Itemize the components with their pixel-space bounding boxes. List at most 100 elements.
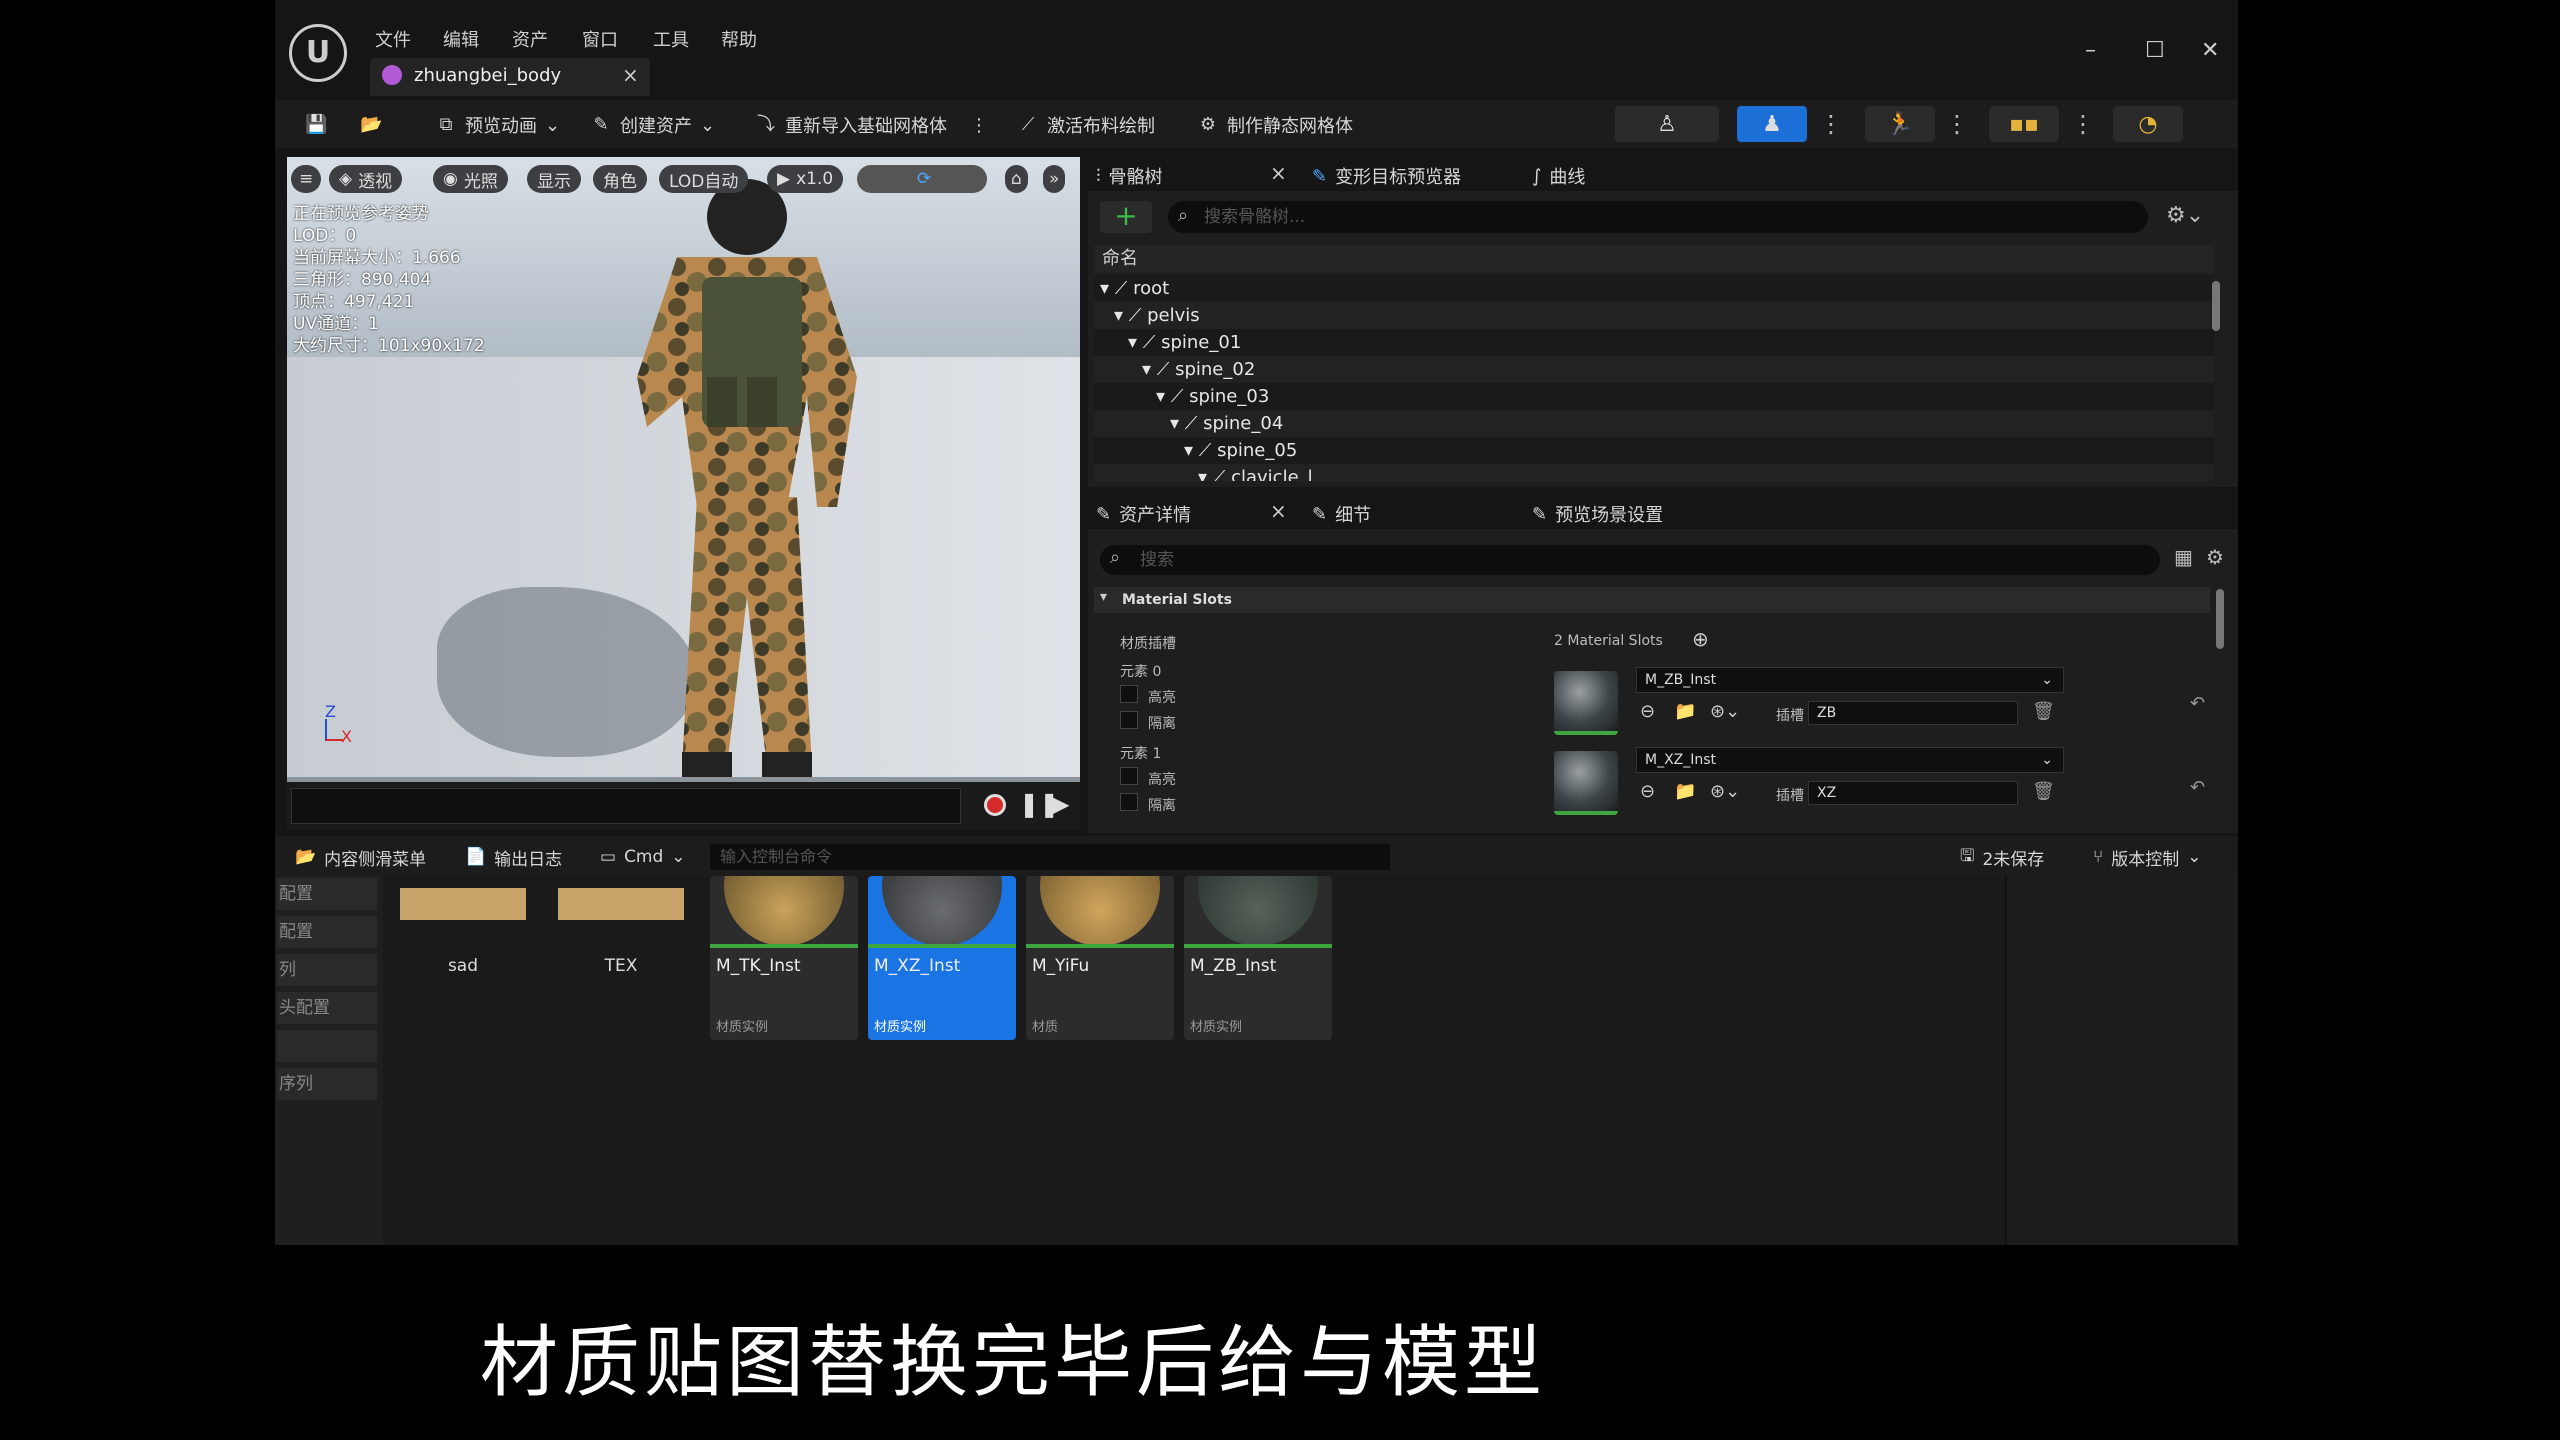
tab-morph-targets[interactable]: ✎ 变形目标预览器 — [1312, 163, 1461, 189]
sidebar-item[interactable] — [277, 1030, 377, 1062]
browse-icon[interactable]: 📁 — [1674, 781, 1696, 802]
create-asset-button[interactable]: ✎ 创建资产 ⌄ — [590, 110, 715, 140]
version-control-button[interactable]: ⑂ 版本控制 ⌄ — [2093, 842, 2201, 872]
cmd-dropdown[interactable]: ▭ Cmd ⌄ — [600, 842, 686, 872]
more-options-icon[interactable]: ⋮ — [1819, 110, 1843, 138]
content-drawer-button[interactable]: 📂 内容侧滑菜单 — [295, 842, 426, 872]
tab-asset-details[interactable]: ✎ 资产详情 — [1096, 501, 1191, 527]
browse-icon[interactable]: 📂 — [360, 110, 382, 140]
options-icon[interactable]: ⊛⌄ — [1710, 701, 1740, 722]
bone-row[interactable]: ▾ ⟋ spine_04 — [1094, 410, 2214, 437]
expand-button[interactable]: » — [1043, 165, 1066, 193]
skeleton-scrollbar[interactable] — [2212, 281, 2220, 331]
folder-icon[interactable] — [400, 888, 526, 920]
bone-row[interactable]: ▾ ⟋ pelvis — [1094, 302, 2214, 329]
more-options-icon[interactable]: ⋮ — [1945, 110, 1969, 138]
blueprint-mode-button[interactable]: ▪▪ — [1989, 106, 2059, 142]
animation-mode-button[interactable]: 🏃 — [1865, 106, 1935, 142]
menu-window[interactable]: 窗口 — [582, 26, 618, 52]
bone-row[interactable]: ▾ ⟋ spine_03 — [1094, 383, 2214, 410]
minimize-icon[interactable]: – — [2085, 38, 2096, 63]
gear-icon[interactable]: ⚙⌄ — [2166, 203, 2204, 228]
camera-button[interactable]: ⌂ — [1005, 165, 1028, 193]
tab-details[interactable]: ✎ 细节 — [1312, 501, 1371, 527]
viewport-tools[interactable]: ⟳ — [857, 165, 987, 193]
asset-tile[interactable]: M_ZB_Inst 材质实例 — [1184, 876, 1332, 1040]
perspective-button[interactable]: ◈ 透视 — [329, 165, 403, 193]
playback-speed-button[interactable]: ▶ x1.0 — [767, 165, 844, 193]
material-select[interactable]: M_XZ_Inst ⌄ — [1636, 747, 2064, 773]
menu-help[interactable]: 帮助 — [721, 26, 757, 52]
trash-icon[interactable]: 🗑 — [2032, 701, 2055, 722]
sidebar-item[interactable]: 头配置 — [277, 992, 377, 1024]
material-thumbnail[interactable] — [1554, 751, 1618, 815]
highlight-checkbox[interactable] — [1120, 767, 1138, 785]
bone-row[interactable]: ▾ ⟋ root — [1094, 275, 2214, 302]
menu-file[interactable]: 文件 — [375, 26, 411, 52]
record-icon[interactable] — [984, 794, 1006, 816]
add-bone-button[interactable]: + — [1100, 201, 1152, 233]
asset-tile[interactable]: M_YiFu 材质 — [1026, 876, 1174, 1040]
sidebar-item[interactable]: 配置 — [277, 916, 377, 948]
options-icon[interactable]: ⊛⌄ — [1710, 781, 1740, 802]
skeleton-search-input[interactable]: 搜索骨骼树... — [1168, 201, 2148, 233]
isolate-checkbox[interactable] — [1120, 793, 1138, 811]
mesh-mode-button[interactable]: ♟ — [1737, 106, 1807, 142]
gear-icon[interactable]: ⚙ — [2206, 545, 2224, 569]
bone-row[interactable]: ▾ ⟋ spine_05 — [1094, 437, 2214, 464]
show-button[interactable]: 显示 — [527, 165, 581, 193]
slot-name-input[interactable]: ZB — [1808, 701, 2018, 725]
add-slot-icon[interactable]: ⊕ — [1692, 627, 1709, 651]
asset-tile[interactable]: M_TK_Inst 材质实例 — [710, 876, 858, 1040]
tab-curves[interactable]: ∫ 曲线 — [1532, 163, 1585, 189]
use-selected-icon[interactable]: ⊖ — [1640, 701, 1655, 722]
bone-row[interactable]: ▾ ⟋ spine_01 — [1094, 329, 2214, 356]
browse-icon[interactable]: 📁 — [1674, 701, 1696, 722]
play-icon[interactable]: ▶ — [1051, 790, 1069, 818]
reset-icon[interactable]: ↶ — [2190, 777, 2205, 798]
skeleton-mode-button[interactable]: ♙ — [1615, 106, 1719, 142]
tab-preview-scene[interactable]: ✎ 预览场景设置 — [1532, 501, 1663, 527]
close-tab-icon[interactable]: × — [622, 63, 639, 87]
menu-edit[interactable]: 编辑 — [443, 26, 479, 52]
material-slots-header[interactable]: Material Slots — [1094, 587, 2210, 613]
grid-view-icon[interactable]: ▦ — [2174, 545, 2193, 569]
sidebar-item[interactable]: 序列 — [277, 1068, 377, 1100]
more-options-icon[interactable]: ⋮ — [2071, 110, 2095, 138]
viewport-menu-button[interactable]: ≡ — [291, 165, 322, 193]
make-static-mesh-button[interactable]: ⚙ 制作静态网格体 — [1197, 110, 1353, 140]
details-search-input[interactable]: 搜索 — [1100, 545, 2160, 575]
bone-row[interactable]: ▾ ⟋ clavicle_l — [1094, 464, 2214, 481]
reset-icon[interactable]: ↶ — [2190, 693, 2205, 714]
output-log-button[interactable]: 📄 输出日志 — [465, 842, 562, 872]
character-button[interactable]: 角色 — [593, 165, 647, 193]
close-tab-icon[interactable]: × — [1270, 499, 1287, 523]
sidebar-item[interactable]: 配置 — [277, 878, 377, 910]
highlight-checkbox[interactable] — [1120, 685, 1138, 703]
asset-tab[interactable]: zhuangbei_body × — [370, 58, 650, 96]
timeline[interactable] — [291, 788, 961, 824]
lod-button[interactable]: LOD自动 — [659, 165, 749, 193]
more-options-icon[interactable]: ⋮ — [970, 110, 988, 140]
console-command-input[interactable]: 输入控制台命令 — [710, 844, 1390, 870]
slot-name-input[interactable]: XZ — [1808, 781, 2018, 805]
preview-animation-button[interactable]: ⧉ 预览动画 ⌄ — [435, 110, 561, 140]
physics-mode-button[interactable]: ◔ — [2113, 106, 2183, 142]
details-scrollbar[interactable] — [2216, 589, 2224, 649]
lighting-button[interactable]: ◉ 光照 — [433, 165, 508, 193]
material-select[interactable]: M_ZB_Inst ⌄ — [1636, 667, 2064, 693]
isolate-checkbox[interactable] — [1120, 711, 1138, 729]
close-tab-icon[interactable]: × — [1270, 161, 1287, 185]
save-icon[interactable]: 💾 — [305, 110, 327, 140]
menu-asset[interactable]: 资产 — [512, 26, 548, 52]
menu-tools[interactable]: 工具 — [653, 26, 689, 52]
collapse-icon[interactable]: ▾ — [1100, 589, 1107, 605]
cloth-paint-button[interactable]: ⟋ 激活布料绘制 — [1017, 110, 1155, 140]
sidebar-item[interactable]: 列 — [277, 954, 377, 986]
material-thumbnail[interactable] — [1554, 671, 1618, 735]
asset-tile[interactable]: M_XZ_Inst 材质实例 — [868, 876, 1016, 1040]
reimport-button[interactable]: ⤵ 重新导入基础网格体 — [755, 110, 947, 140]
unsaved-button[interactable]: 🖫 2未保存 — [1960, 842, 2044, 872]
viewport[interactable]: ≡ ◈ 透视 ◉ 光照 显示 角色 LOD自动 ▶ x1.0 ⟳ ⌂ » 正在预览参考… — [287, 157, 1080, 782]
trash-icon[interactable]: 🗑 — [2032, 781, 2055, 802]
